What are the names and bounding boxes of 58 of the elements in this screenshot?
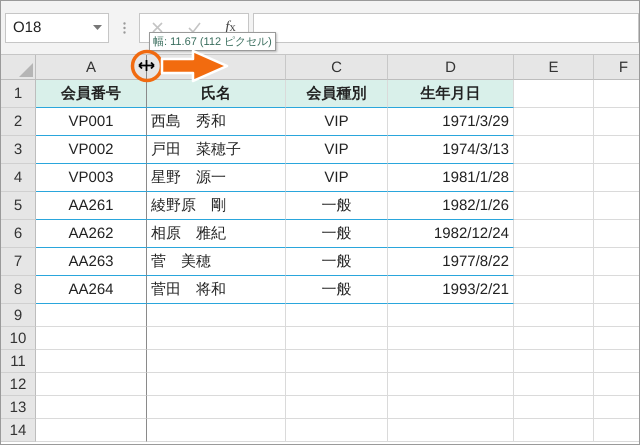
table-cell: 1982/12/24 [388, 220, 514, 248]
table-cell: VIP [286, 108, 388, 136]
table-cell: 星野 源一 [147, 164, 286, 192]
header-cell: 会員種別 [286, 80, 388, 108]
table-cell: VP001 [36, 108, 147, 136]
row-header[interactable]: 4 [1, 164, 36, 192]
row-header[interactable]: 3 [1, 136, 36, 164]
table-cell: AA263 [36, 248, 147, 276]
table-cell: 1982/1/26 [388, 192, 514, 220]
row-header[interactable]: 8 [1, 276, 36, 304]
row-header[interactable]: 5 [1, 192, 36, 220]
table-cell: 1971/3/29 [388, 108, 514, 136]
table-cell: AA264 [36, 276, 147, 304]
table-cell: 一般 [286, 276, 388, 304]
grip-icon [122, 22, 126, 34]
row-header[interactable]: 11 [1, 350, 36, 373]
table-cell: 1977/8/22 [388, 248, 514, 276]
table-cell: 1993/2/21 [388, 276, 514, 304]
column-header[interactable]: F [594, 55, 639, 80]
row-header[interactable]: 2 [1, 108, 36, 136]
row-header[interactable]: 14 [1, 419, 36, 442]
table-cell: AA261 [36, 192, 147, 220]
table-cell: VIP [286, 136, 388, 164]
table-cell: 西島 秀和 [147, 108, 286, 136]
header-cell: 会員番号 [36, 80, 147, 108]
table-cell: 相原 雅紀 [147, 220, 286, 248]
table-cell: 戸田 菜穂子 [147, 136, 286, 164]
table-cell: 綾野原 剛 [147, 192, 286, 220]
table-cell: AA262 [36, 220, 147, 248]
table-cell: 菅 美穂 [147, 248, 286, 276]
resize-cursor-icon [138, 60, 155, 71]
name-box[interactable]: O18 [5, 12, 109, 42]
dropdown-caret-icon [93, 25, 102, 30]
row-header[interactable]: 13 [1, 396, 36, 419]
table-cell: 1981/1/28 [388, 164, 514, 192]
table-cell: VIP [286, 164, 388, 192]
column-width-tooltip: 幅: 11.67 (112 ピクセル) [149, 32, 276, 51]
table-cell: 一般 [286, 248, 388, 276]
select-all-icon[interactable] [19, 63, 33, 77]
table-cell: 菅田 将和 [147, 276, 286, 304]
header-cell: 氏名 [147, 80, 286, 108]
row-header[interactable]: 7 [1, 248, 36, 276]
header-cell: 生年月日 [388, 80, 514, 108]
row-header[interactable]: 10 [1, 327, 36, 350]
table-cell: VP003 [36, 164, 147, 192]
highlight-circle [130, 49, 164, 83]
table-cell: 一般 [286, 192, 388, 220]
row-header[interactable]: 1 [1, 80, 36, 108]
column-header[interactable]: C [286, 55, 388, 80]
row-header[interactable]: 9 [1, 304, 36, 327]
column-header[interactable]: E [514, 55, 594, 80]
column-header[interactable]: D [388, 55, 514, 80]
table-cell: 一般 [286, 220, 388, 248]
column-header[interactable]: A [36, 55, 147, 80]
table-cell: VP002 [36, 136, 147, 164]
row-header[interactable]: 12 [1, 373, 36, 396]
table-cell: 1974/3/13 [388, 136, 514, 164]
row-header[interactable]: 6 [1, 220, 36, 248]
